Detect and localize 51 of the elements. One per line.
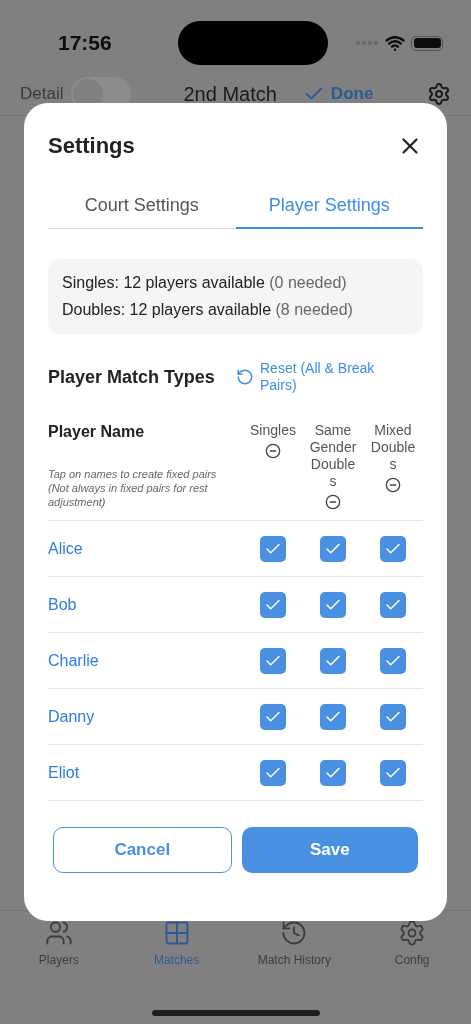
player-name[interactable]: Charlie (48, 648, 243, 673)
availability-text: Singles: 12 players available (0 needed) (62, 273, 348, 293)
status-time: 17:56 (58, 30, 112, 57)
cancel-button[interactable]: Cancel (53, 827, 232, 873)
checkbox[interactable] (320, 703, 346, 730)
wifi-icon (385, 33, 405, 53)
tab-bar-item[interactable]: Match History (235, 917, 354, 969)
tab-bar-item[interactable]: Matches (117, 917, 236, 969)
checkbox[interactable] (380, 703, 406, 730)
player-name[interactable]: Alice (48, 536, 243, 561)
save-button[interactable]: Save (241, 827, 418, 873)
dialog-title: Settings (48, 132, 135, 160)
checkbox[interactable] (260, 535, 286, 562)
battery-icon (411, 35, 443, 51)
checkbox[interactable] (260, 647, 286, 674)
checkbox[interactable] (260, 703, 286, 730)
tab-bar-item[interactable]: Players (0, 917, 118, 969)
reset-link[interactable]: Reset (All & Break Pairs) (260, 360, 410, 394)
checkbox[interactable] (320, 647, 346, 674)
column-heading: Same Gender Doubles (308, 422, 358, 490)
players-icon (44, 919, 73, 947)
column-heading: Player Name (48, 422, 146, 442)
minus-circle-icon[interactable] (385, 477, 401, 493)
section-title: Player Match Types (48, 365, 216, 389)
checkbox[interactable] (380, 591, 406, 618)
checkbox[interactable] (260, 759, 286, 786)
settings-icon[interactable] (427, 81, 451, 106)
checkbox[interactable] (380, 535, 406, 562)
settings-tab[interactable]: Player Settings (235, 183, 423, 229)
minus-circle-icon[interactable] (265, 443, 281, 459)
checkbox[interactable] (320, 591, 346, 618)
checkbox[interactable] (260, 591, 286, 618)
player-name[interactable]: Bob (48, 592, 243, 617)
checkbox[interactable] (380, 759, 406, 786)
reset-icon[interactable] (236, 368, 254, 386)
settings-tab[interactable]: Court Settings (48, 183, 236, 229)
checkbox[interactable] (320, 759, 346, 786)
checkbox[interactable] (380, 647, 406, 674)
column-heading: Mixed Doubles (369, 422, 417, 473)
player-name[interactable]: Eliot (48, 760, 243, 785)
player-name[interactable]: Danny (48, 704, 243, 729)
hint-text: Tap on names to create fixed pairs (48, 467, 218, 481)
minus-circle-icon[interactable] (325, 494, 341, 510)
availability-text: Doubles: 12 players available (8 needed) (62, 300, 354, 320)
tab-bar-item[interactable]: Config (353, 917, 471, 969)
hint-text: (Not always in fixed pairs for rest adjustment) (48, 481, 209, 509)
screen-title: 2nd Match (183, 81, 277, 107)
detail-label: Detail (20, 82, 64, 105)
checkbox[interactable] (320, 535, 346, 562)
done-button[interactable]: Done (302, 80, 374, 107)
column-heading: Singles (249, 422, 297, 439)
